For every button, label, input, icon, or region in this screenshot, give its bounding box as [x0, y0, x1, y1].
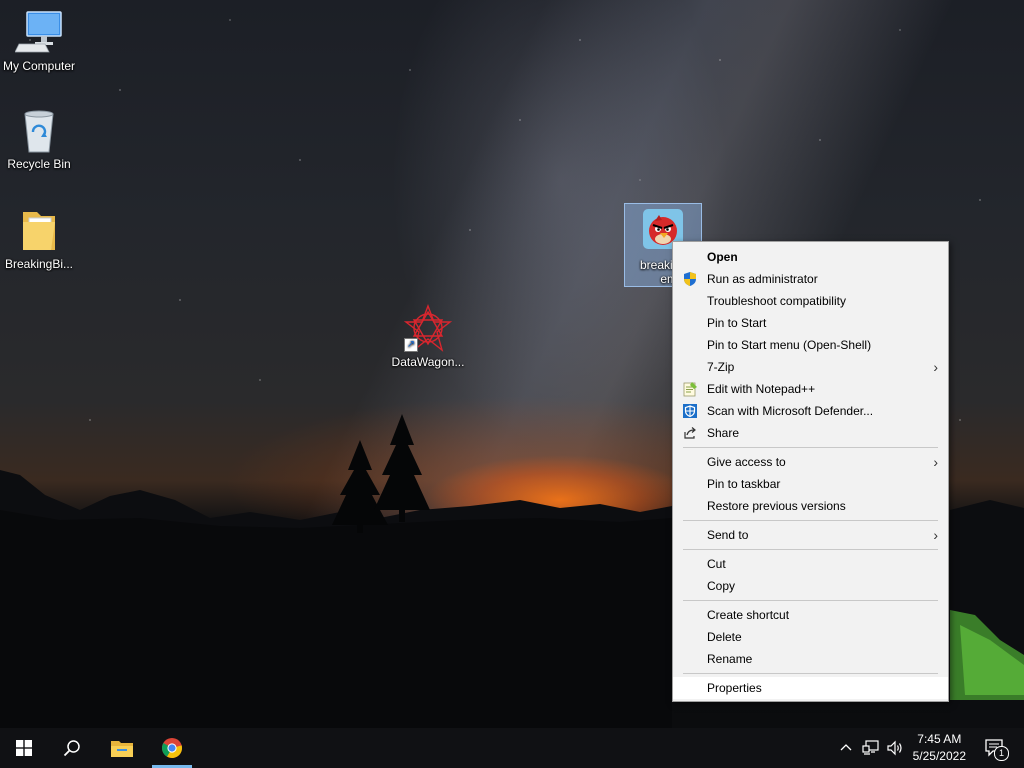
search-button[interactable] [48, 728, 96, 768]
search-icon [63, 740, 80, 757]
desktop-icon-label: My Computer [2, 59, 76, 73]
chevron-right-icon: › [933, 454, 938, 470]
file-explorer-button[interactable] [98, 728, 146, 768]
volume-icon[interactable] [886, 740, 902, 756]
menu-item-label: Give access to [707, 455, 786, 469]
clock-time: 7:45 AM [917, 732, 962, 746]
menu-item-label: Pin to Start menu (Open-Shell) [707, 338, 872, 352]
chevron-right-icon: › [933, 359, 938, 375]
desktop-icon-breakingbi-folder[interactable]: BreakingBi... [0, 206, 78, 272]
notification-center-button[interactable]: 1 [983, 736, 1009, 761]
menu-item-label: Edit with Notepad++ [707, 382, 816, 396]
menu-item-scan-with-defender[interactable]: Scan with Microsoft Defender... [673, 400, 948, 422]
system-clock[interactable]: 7:45 AM 5/25/2022 [913, 731, 966, 765]
menu-item-label: Restore previous versions [707, 499, 846, 513]
menu-item-pin-to-taskbar[interactable]: Pin to taskbar [673, 473, 948, 495]
desktop[interactable]: My Computer Recycle Bin BreakingBi... ↗ … [0, 0, 1024, 728]
computer-icon [14, 8, 63, 56]
menu-separator [683, 600, 938, 601]
desktop-icon-label: DataWagon... [391, 355, 465, 369]
menu-item-label: Send to [707, 528, 749, 542]
menu-separator [683, 549, 938, 550]
chrome-icon [162, 738, 183, 759]
share-icon [682, 425, 698, 441]
menu-item-label: Scan with Microsoft Defender... [707, 404, 874, 418]
menu-separator [683, 447, 938, 448]
desktop-icon-label: BreakingBi... [4, 257, 74, 271]
menu-item-delete[interactable]: Delete [673, 626, 948, 648]
menu-item-open[interactable]: Open [673, 246, 948, 268]
windows-logo-icon [16, 740, 32, 756]
menu-item-rename[interactable]: Rename [673, 648, 948, 670]
start-button[interactable] [0, 728, 48, 768]
clock-date: 5/25/2022 [912, 749, 966, 763]
menu-item-pin-to-start-menu-open-shell[interactable]: Pin to Start menu (Open-Shell) [673, 334, 948, 356]
chevron-right-icon: › [933, 527, 938, 543]
taskbar: 7:45 AM 5/25/2022 1 [0, 728, 1024, 768]
menu-item-label: Cut [707, 557, 726, 571]
menu-item-troubleshoot-compatibility[interactable]: Troubleshoot compatibility [673, 290, 948, 312]
menu-item-cut[interactable]: Cut [673, 553, 948, 575]
menu-item-give-access-to[interactable]: Give access to › [673, 451, 948, 473]
menu-item-edit-with-notepad-plus-plus[interactable]: Edit with Notepad++ [673, 378, 948, 400]
menu-item-share[interactable]: Share [673, 422, 948, 444]
context-menu: Open Run as administrator Troubleshoot c… [672, 241, 949, 702]
menu-item-label: Share [707, 426, 740, 440]
menu-item-send-to[interactable]: Send to › [673, 524, 948, 546]
desktop-icon-label: Recycle Bin [7, 157, 71, 171]
desktop-icon-my-computer[interactable]: My Computer [0, 8, 78, 74]
menu-item-run-as-administrator[interactable]: Run as administrator [673, 268, 948, 290]
desktop-icon-recycle-bin[interactable]: Recycle Bin [0, 106, 78, 172]
folder-icon [15, 206, 63, 254]
recycle-bin-icon [15, 106, 63, 154]
menu-item-create-shortcut[interactable]: Create shortcut [673, 604, 948, 626]
defender-icon [682, 403, 698, 419]
shortcut-arrow-icon: ↗ [404, 338, 418, 352]
menu-item-label: Run as administrator [707, 272, 818, 286]
menu-item-copy[interactable]: Copy [673, 575, 948, 597]
menu-item-7zip[interactable]: 7-Zip › [673, 356, 948, 378]
uac-shield-icon [682, 271, 698, 287]
menu-item-label: Properties [707, 681, 762, 695]
notepad-plus-plus-icon [682, 381, 698, 397]
menu-item-properties[interactable]: Properties [673, 677, 948, 699]
menu-separator [683, 673, 938, 674]
menu-item-label: Copy [707, 579, 736, 593]
desktop-icon-datawagon[interactable]: ↗ DataWagon... [389, 304, 467, 370]
chrome-button[interactable] [148, 728, 196, 768]
menu-item-label: Pin to Start [707, 316, 767, 330]
menu-item-label: Delete [707, 630, 742, 644]
menu-item-label: Pin to taskbar [707, 477, 781, 491]
folder-icon [111, 741, 133, 757]
menu-separator [683, 520, 938, 521]
menu-item-pin-to-start[interactable]: Pin to Start [673, 312, 948, 334]
menu-item-label: Open [707, 250, 738, 264]
chevron-up-icon[interactable] [838, 740, 854, 756]
menu-item-restore-previous-versions[interactable]: Restore previous versions [673, 495, 948, 517]
menu-item-label: 7-Zip [707, 360, 735, 374]
notification-count-badge: 1 [994, 746, 1009, 761]
menu-item-label: Create shortcut [707, 608, 790, 622]
network-icon[interactable] [862, 740, 879, 756]
datawagon-app-icon: ↗ [403, 304, 453, 352]
menu-item-label: Rename [707, 652, 753, 666]
menu-item-label: Troubleshoot compatibility [707, 294, 846, 308]
